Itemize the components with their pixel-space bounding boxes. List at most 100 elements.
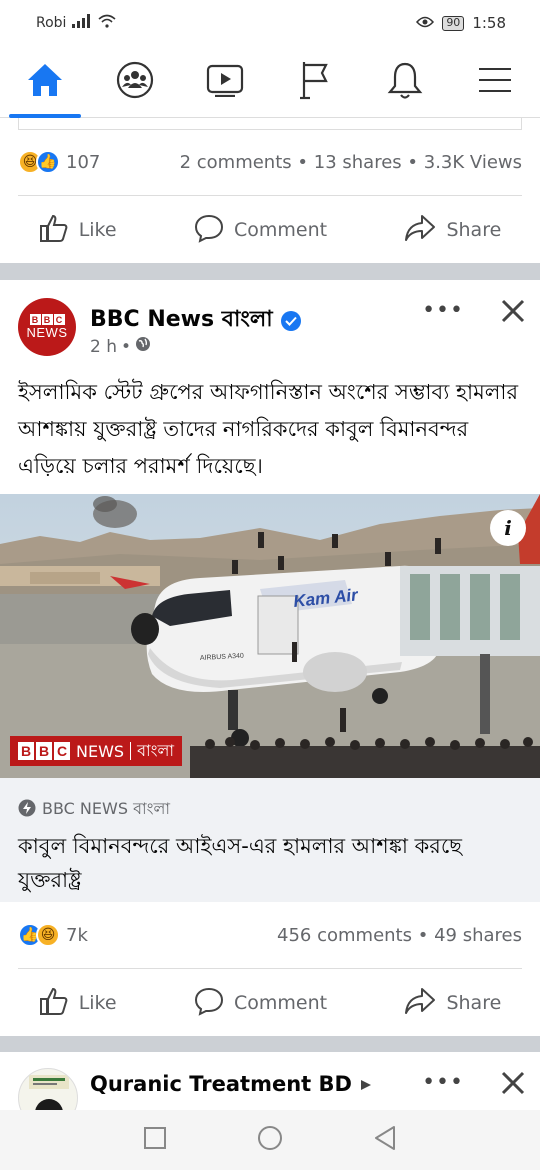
feed-separator — [0, 263, 540, 280]
previous-link-card-edge — [18, 118, 522, 130]
link-title: কাবুল বিমানবন্দরে আইএস-এর হামলার আশঙ্কা … — [18, 834, 462, 892]
prev-post-actions: Like Comment Share — [0, 197, 540, 263]
post-header: BBC NEWS BBC News বাংলা 2 h • ••• — [0, 280, 540, 360]
post-stats: 👍 😆 7k 456 comments • 49 shares — [18, 917, 522, 953]
comment-button[interactable]: Comment — [194, 213, 327, 248]
separator-dot: • — [297, 151, 309, 173]
post-actions: Like Comment Share — [0, 970, 540, 1036]
separator-dot: • — [121, 336, 132, 357]
post-comments-link[interactable]: 456 comments — [277, 925, 412, 946]
haha-reaction-icon: 😆 — [36, 923, 60, 947]
wifi-icon — [98, 14, 116, 32]
post-body-text: ইসলামিক স্টেট গ্রুপের আফগানিস্তান অংশের … — [18, 380, 519, 478]
share-label: Share — [446, 219, 502, 241]
link-source: BBC NEWS বাংলা — [18, 796, 522, 823]
flag-icon — [298, 60, 332, 104]
bbc-logo: BBC — [29, 314, 65, 325]
post-meta: 2 h • — [90, 336, 151, 357]
instant-article-bolt-icon — [18, 799, 36, 821]
verified-badge-icon — [280, 310, 301, 331]
video-icon — [205, 63, 245, 101]
clock: 1:58 — [472, 14, 506, 32]
home-circle-icon[interactable] — [257, 1125, 283, 1155]
prev-comments-link[interactable]: 2 comments — [180, 152, 292, 173]
like-button[interactable]: Like — [39, 986, 117, 1021]
prev-shares-link[interactable]: 13 shares — [314, 152, 402, 173]
like-button[interactable]: Like — [39, 213, 117, 248]
post-engagement: 456 comments • 49 shares — [277, 925, 522, 946]
nav-notifications[interactable] — [365, 46, 445, 118]
thumbs-up-icon — [39, 986, 69, 1021]
status-left: Robi — [36, 14, 116, 32]
badge-separator — [130, 742, 132, 760]
recent-apps-square-icon[interactable] — [143, 1126, 167, 1154]
system-navigation-bar — [0, 1110, 540, 1170]
share-label: Share — [446, 992, 502, 1014]
nav-pages[interactable] — [275, 46, 355, 118]
carrier-label: Robi — [36, 15, 67, 31]
post-reaction-count: 7k — [66, 924, 88, 946]
prev-post-stats: 😆 👍 107 2 comments • 13 shares • 3.3K Vi… — [18, 144, 522, 180]
like-label: Like — [78, 219, 117, 241]
comment-label: Comment — [233, 992, 328, 1014]
divider — [18, 195, 522, 196]
comment-button[interactable]: Comment — [194, 986, 327, 1021]
status-right: 90 1:58 — [416, 14, 506, 32]
badge-language: বাংলা — [137, 740, 175, 760]
comment-icon — [194, 213, 224, 248]
like-reaction-icon: 👍 — [36, 150, 60, 174]
info-icon[interactable]: i — [490, 510, 526, 546]
nav-menu[interactable] — [455, 46, 535, 118]
prev-reactions[interactable]: 😆 👍 107 — [18, 150, 100, 174]
thumbs-up-icon — [39, 213, 69, 248]
nav-watch[interactable] — [185, 46, 265, 118]
bbc-avatar[interactable]: BBC NEWS — [18, 298, 76, 356]
share-icon — [404, 214, 436, 247]
post-shares-link[interactable]: 49 shares — [434, 925, 522, 946]
signal-icon — [72, 14, 92, 32]
post-more-options[interactable]: ••• — [422, 298, 464, 323]
bbc-badge-logo: BBC — [18, 742, 70, 760]
next-post-more-options[interactable]: ••• — [422, 1070, 464, 1095]
groups-icon — [115, 60, 155, 104]
back-triangle-icon[interactable] — [373, 1125, 397, 1155]
quranic-treatment-avatar[interactable] — [18, 1068, 78, 1110]
link-preview[interactable]: BBC NEWS বাংলা কাবুল বিমানবন্দরে আইএস-এর… — [0, 778, 540, 902]
main-nav — [0, 46, 540, 118]
nav-home[interactable] — [5, 46, 85, 118]
post-image[interactable]: Kam Air AIRBUS A340 i BBC NEWS বাংলা — [0, 494, 540, 778]
post-time[interactable]: 2 h — [90, 337, 117, 357]
page-name[interactable]: BBC News বাংলা — [90, 302, 301, 339]
share-button[interactable]: Share — [404, 214, 501, 247]
hide-next-post-close-icon[interactable] — [498, 1068, 528, 1098]
status-bar: Robi 90 1:58 — [0, 0, 540, 46]
avatar-news-word: NEWS — [26, 325, 68, 340]
page-name-text: BBC News বাংলা — [90, 307, 273, 332]
home-icon — [26, 62, 64, 102]
share-icon — [404, 987, 436, 1020]
next-post-header: Quranic Treatment BD ••• — [0, 1052, 540, 1110]
next-page-name-text: Quranic Treatment BD — [90, 1072, 352, 1096]
post-reactions[interactable]: 👍 😆 7k — [18, 923, 88, 947]
hamburger-icon — [477, 65, 513, 99]
next-page-name[interactable]: Quranic Treatment BD — [90, 1072, 372, 1096]
hide-post-close-icon[interactable] — [498, 296, 528, 326]
separator-dot: • — [407, 151, 419, 173]
like-label: Like — [78, 992, 117, 1014]
share-button[interactable]: Share — [404, 987, 501, 1020]
nav-groups[interactable] — [95, 46, 175, 118]
badge-news-word: NEWS — [76, 741, 125, 761]
globe-icon — [135, 336, 151, 357]
feed-separator — [0, 1036, 540, 1052]
separator-dot: • — [417, 924, 429, 946]
prev-engagement: 2 comments • 13 shares • 3.3K Views — [180, 152, 522, 173]
divider — [18, 968, 522, 969]
prev-views: 3.3K Views — [423, 151, 522, 173]
bell-icon — [387, 60, 423, 104]
battery-indicator: 90 — [442, 15, 465, 31]
eye-comfort-icon — [416, 14, 435, 32]
play-triangle-icon — [360, 1072, 372, 1096]
comment-icon — [194, 986, 224, 1021]
bbc-news-bangla-badge: BBC NEWS বাংলা — [10, 736, 183, 766]
prev-reaction-count: 107 — [66, 151, 101, 173]
